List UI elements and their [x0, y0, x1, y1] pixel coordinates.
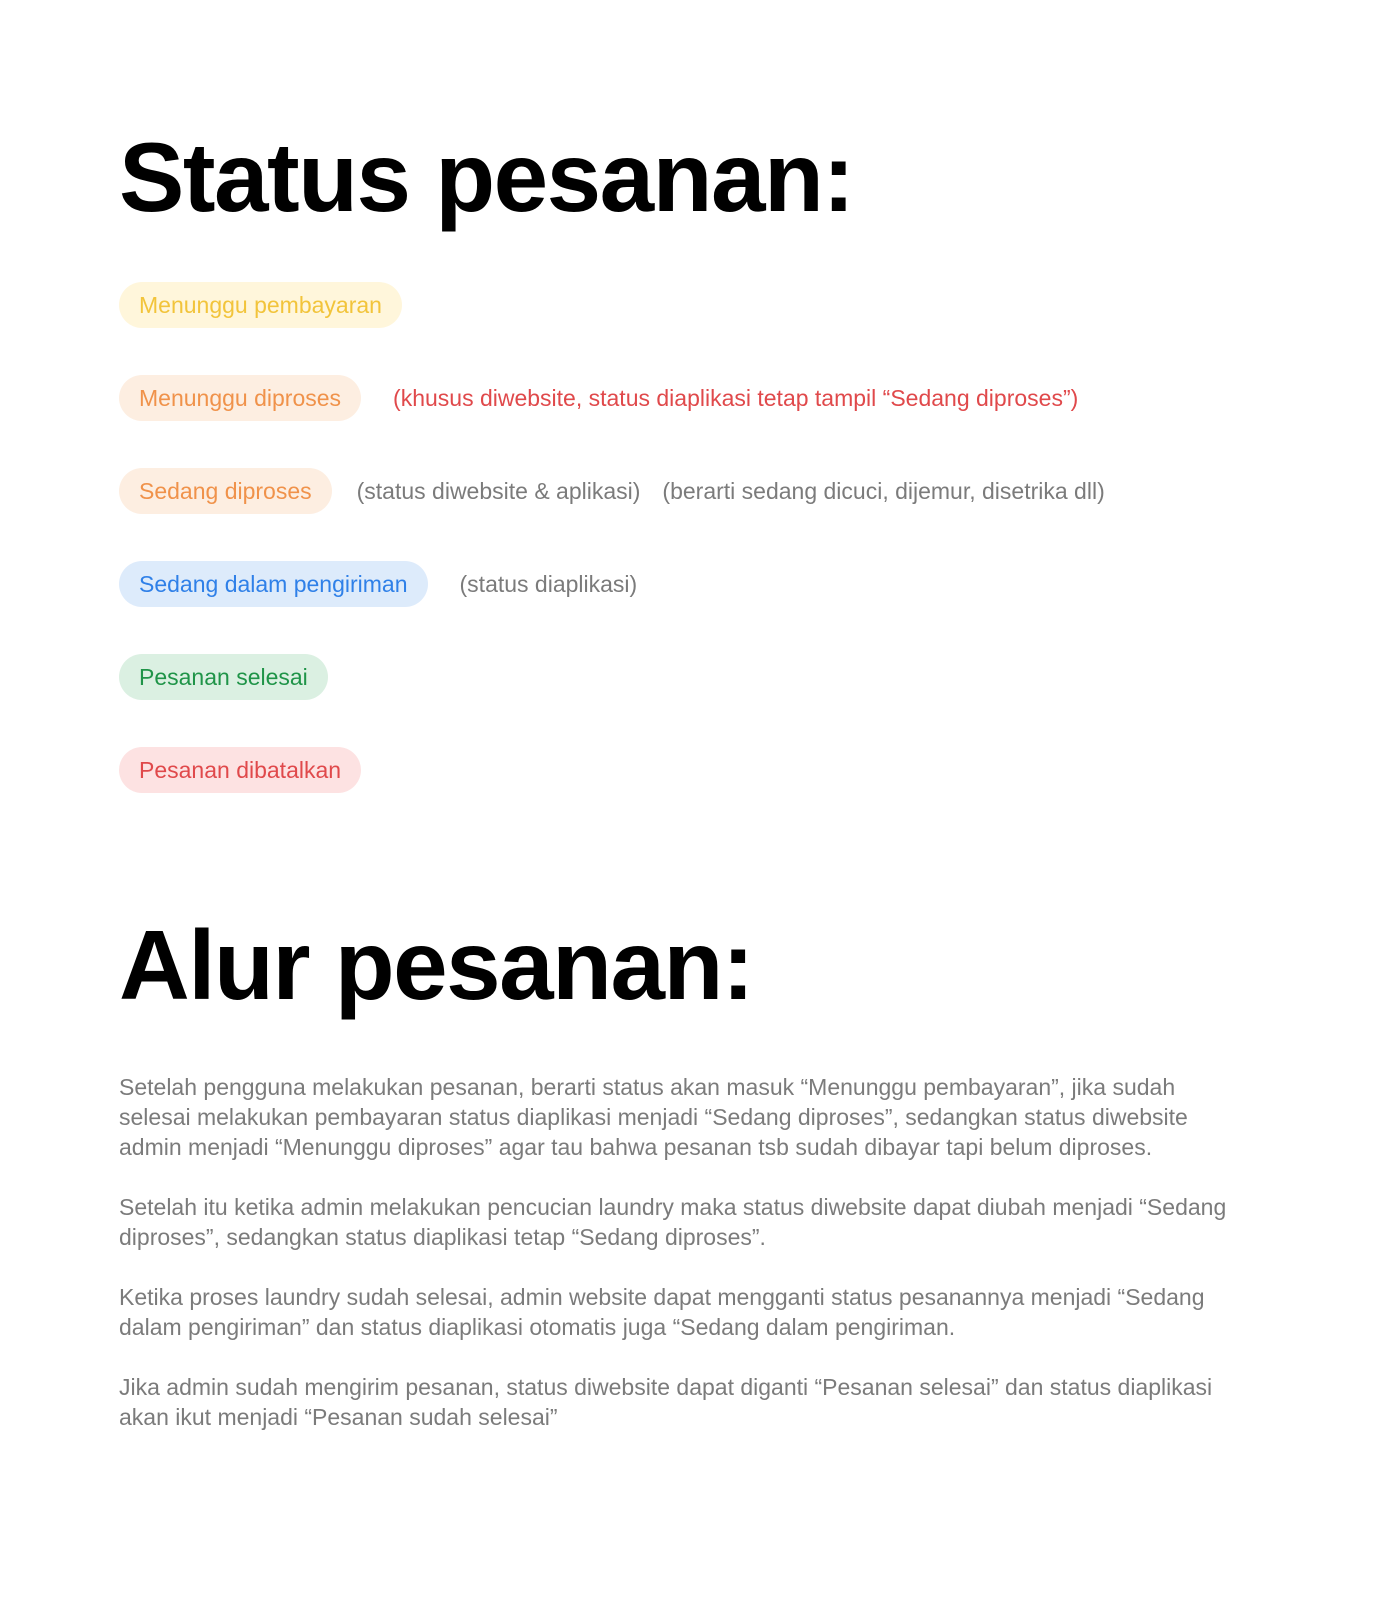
status-row-menunggu-pembayaran: Menunggu pembayaran	[119, 282, 1105, 328]
status-note-app-only: (status diaplikasi)	[459, 571, 638, 597]
status-note-meaning: (berarti sedang dicuci, dijemur, disetri…	[662, 478, 1105, 504]
status-badge-menunggu-pembayaran: Menunggu pembayaran	[119, 282, 402, 328]
flow-paragraph: Ketika proses laundry sudah selesai, adm…	[119, 1284, 1205, 1340]
status-list: Menunggu pembayaran Menunggu diproses (k…	[119, 282, 1105, 840]
flow-paragraph: Jika admin sudah mengirim pesanan, statu…	[119, 1374, 1213, 1430]
status-badge-menunggu-diproses: Menunggu diproses	[119, 375, 362, 421]
status-badge-pesanan-selesai: Pesanan selesai	[119, 654, 328, 700]
status-badge-sedang-dalam-pengiriman: Sedang dalam pengiriman	[119, 561, 428, 607]
status-row-sedang-dalam-pengiriman: Sedang dalam pengiriman (status diaplika…	[119, 561, 1105, 607]
flow-description: Setelah pengguna melakukan pesanan, bera…	[119, 1072, 1229, 1462]
status-badge-sedang-diproses: Sedang diproses	[119, 468, 332, 514]
flow-paragraph: Setelah itu ketika admin melakukan pencu…	[119, 1194, 1227, 1250]
flow-paragraph: Setelah pengguna melakukan pesanan, bera…	[119, 1074, 1188, 1160]
status-row-sedang-diproses: Sedang diproses (status diwebsite & apli…	[119, 468, 1105, 514]
status-note-website-app: (status diwebsite & aplikasi)	[356, 478, 641, 504]
status-row-menunggu-diproses: Menunggu diproses (khusus diwebsite, sta…	[119, 375, 1105, 421]
status-row-pesanan-selesai: Pesanan selesai	[119, 654, 1105, 700]
status-note-website-only: (khusus diwebsite, status diaplikasi tet…	[393, 385, 1079, 411]
status-badge-pesanan-dibatalkan: Pesanan dibatalkan	[119, 747, 362, 793]
status-row-pesanan-dibatalkan: Pesanan dibatalkan	[119, 747, 1105, 793]
flow-section-title: Alur pesanan:	[119, 910, 754, 1020]
status-section-title: Status pesanan:	[119, 122, 855, 232]
